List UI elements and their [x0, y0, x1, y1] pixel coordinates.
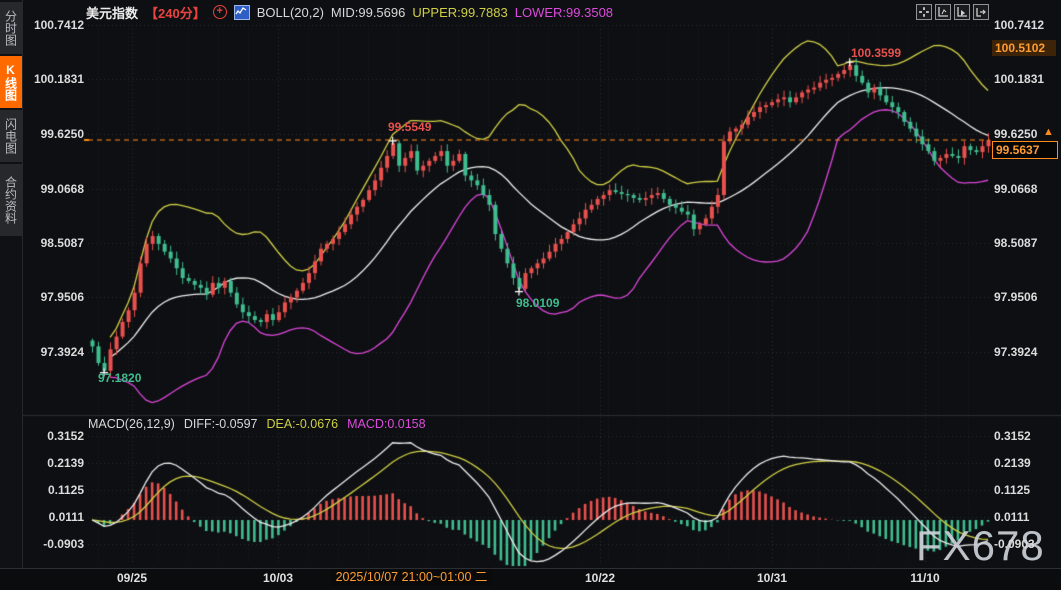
price-tick-right: 97.3924 [994, 345, 1037, 359]
window-toolbar [916, 4, 989, 20]
macd-macd-value: MACD:0.0158 [347, 417, 426, 431]
price-annotation: 100.3599 [851, 46, 901, 60]
date-tick: 10/03 [263, 571, 293, 585]
price-tick-right: 99.0668 [994, 182, 1037, 196]
price-tick-right: 99.6250 [994, 127, 1037, 141]
price-tick-left: 97.9506 [24, 290, 84, 304]
price-annotation: 98.0109 [516, 296, 559, 310]
price-annotation: 97.1820 [98, 371, 141, 385]
date-tick: 09/25 [117, 571, 147, 585]
macd-tick-left: 0.2139 [24, 456, 84, 470]
price-tick-left: 99.0668 [24, 182, 84, 196]
chart-header: 美元指数 【240分】 + BOLL(20,2) MID:99.5696 UPP… [86, 3, 613, 21]
date-tick: 11/10 [910, 571, 939, 585]
boll-label: BOLL(20,2) [257, 5, 324, 20]
exit-chart-icon[interactable] [973, 4, 989, 20]
price-tick-right: 98.5087 [994, 236, 1037, 250]
macd-label: MACD(26,12,9) [88, 417, 175, 431]
price-macd-canvas[interactable] [0, 0, 1061, 590]
crosshair-date-tooltip: 2025/10/07 21:00~01:00 二 [331, 569, 492, 586]
chart-app: 分时图 K线图 闪电图 合约资料 美元指数 【240分】 + BOLL(20,2… [0, 0, 1061, 590]
date-tick: 10/31 [757, 571, 787, 585]
crosshair-move-icon[interactable] [916, 4, 932, 20]
boll-lower-value: LOWER:99.3508 [515, 5, 613, 20]
sidebar: 分时图 K线图 闪电图 合约资料 [0, 0, 23, 590]
price-tick-right: 100.7412 [994, 18, 1044, 32]
macd-tick-left: 0.1125 [24, 483, 84, 497]
period-label[interactable]: 【240分】 [145, 3, 206, 22]
macd-tick-right: -0.0903 [994, 537, 1035, 551]
macd-tick-left: 0.3152 [24, 429, 84, 443]
date-tick: 10/22 [585, 571, 615, 585]
boll-upper-value: UPPER:99.7883 [412, 5, 507, 20]
macd-tick-left: -0.0903 [24, 537, 84, 551]
tab-timeline-chart[interactable]: 分时图 [0, 2, 22, 54]
time-axis-bar [0, 568, 1061, 590]
macd-dea-value: DEA:-0.0676 [266, 417, 338, 431]
axis-zoom-icon[interactable] [935, 4, 951, 20]
price-tick-right: 97.9506 [994, 290, 1037, 304]
scroll-to-latest-icon[interactable]: ▲ [1043, 126, 1054, 138]
price-tick-left: 97.3924 [24, 345, 84, 359]
price-tick-left: 99.6250 [24, 127, 84, 141]
price-tick-left: 100.7412 [24, 18, 84, 32]
tab-contract-info[interactable]: 合约资料 [0, 164, 22, 236]
session-high-badge: 100.5102 [992, 40, 1056, 56]
price-annotation: 99.5549 [388, 120, 431, 134]
price-tick-left: 100.1831 [24, 72, 84, 86]
axis-play-icon[interactable] [954, 4, 970, 20]
macd-tick-left: 0.0111 [24, 510, 84, 524]
tab-candlestick-chart[interactable]: K线图 [0, 56, 22, 108]
tab-lightning-chart[interactable]: 闪电图 [0, 110, 22, 162]
macd-tick-right: 0.0111 [994, 510, 1029, 524]
add-indicator-icon[interactable]: + [213, 5, 227, 19]
macd-tick-right: 0.1125 [994, 483, 1030, 497]
macd-tick-right: 0.3152 [994, 429, 1031, 443]
macd-tick-right: 0.2139 [994, 456, 1031, 470]
candlestick-mini-icon [234, 5, 250, 20]
price-tick-left: 98.5087 [24, 236, 84, 250]
macd-header: MACD(26,12,9) DIFF:-0.0597 DEA:-0.0676 M… [88, 417, 426, 431]
price-tick-right: 100.1831 [994, 72, 1044, 86]
macd-diff-value: DIFF:-0.0597 [184, 417, 258, 431]
symbol-title: 美元指数 [86, 3, 138, 22]
current-price-badge: 99.5637 [992, 141, 1058, 159]
boll-mid-value: MID:99.5696 [331, 5, 405, 20]
